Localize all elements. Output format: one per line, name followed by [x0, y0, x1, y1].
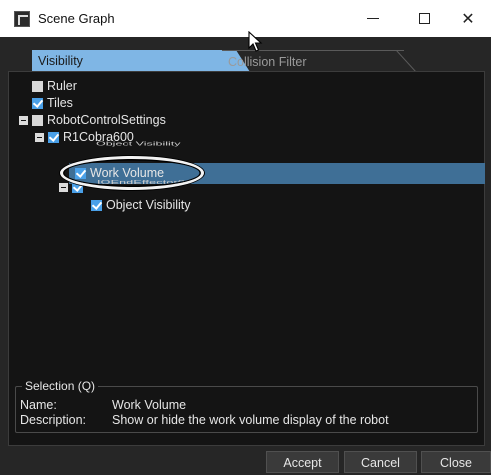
tab-visibility[interactable]: Visibility	[32, 50, 250, 72]
accept-button[interactable]: Accept	[266, 451, 339, 473]
app-icon	[14, 11, 30, 27]
obscured-text: Object Visibility	[96, 140, 181, 147]
name-label: Name:	[20, 398, 57, 412]
maximize-button[interactable]	[401, 0, 447, 37]
dialog-body: Visibility Collision Filter Ruler Tiles …	[0, 37, 491, 475]
tree-item-label: Tiles	[47, 96, 73, 110]
tree-item-label: RobotControlSettings	[47, 113, 166, 127]
tree-item-ruler[interactable]: Ruler	[32, 78, 77, 95]
tree-item-object-visibility[interactable]: Object Visibility	[91, 197, 191, 214]
tab-edge	[396, 50, 417, 72]
close-button[interactable]: Close	[421, 451, 491, 473]
checkbox[interactable]	[32, 98, 43, 109]
name-value: Work Volume	[112, 398, 187, 412]
collapse-icon[interactable]	[59, 183, 68, 192]
tree-item-tiles[interactable]: Tiles	[32, 95, 73, 112]
close-window-button[interactable]: ✕	[445, 0, 491, 37]
minimize-icon	[367, 17, 379, 20]
window-title: Scene Graph	[38, 11, 115, 26]
selection-group: Selection (Q) Name: Work Volume Descript…	[15, 379, 478, 433]
description-label: Description:	[20, 413, 86, 427]
title-bar: Scene Graph ✕	[0, 0, 491, 37]
maximize-icon	[418, 13, 430, 24]
minimize-button[interactable]	[350, 0, 396, 37]
close-icon: ✕	[461, 10, 475, 28]
visibility-panel: Ruler Tiles RobotControlSettings R1Cobra…	[8, 71, 485, 446]
collapse-icon[interactable]	[19, 116, 28, 125]
description-value: Show or hide the work volume display of …	[112, 413, 389, 427]
tree-item-label: Object Visibility	[106, 198, 191, 212]
tree-item-robotcontrolsettings[interactable]: RobotControlSettings	[19, 112, 166, 129]
selection-legend: Selection (Q)	[22, 379, 99, 393]
checkbox[interactable]	[91, 200, 102, 211]
tab-collision-filter[interactable]: Collision Filter	[222, 50, 404, 72]
cancel-button[interactable]: Cancel	[344, 451, 417, 473]
highlight-oval	[60, 156, 204, 190]
checkbox[interactable]	[32, 115, 43, 126]
checkbox[interactable]	[32, 81, 43, 92]
collapse-icon[interactable]	[35, 133, 44, 142]
mouse-cursor-icon	[248, 31, 263, 52]
tree-item-label: Ruler	[47, 79, 77, 93]
checkbox[interactable]	[48, 132, 59, 143]
